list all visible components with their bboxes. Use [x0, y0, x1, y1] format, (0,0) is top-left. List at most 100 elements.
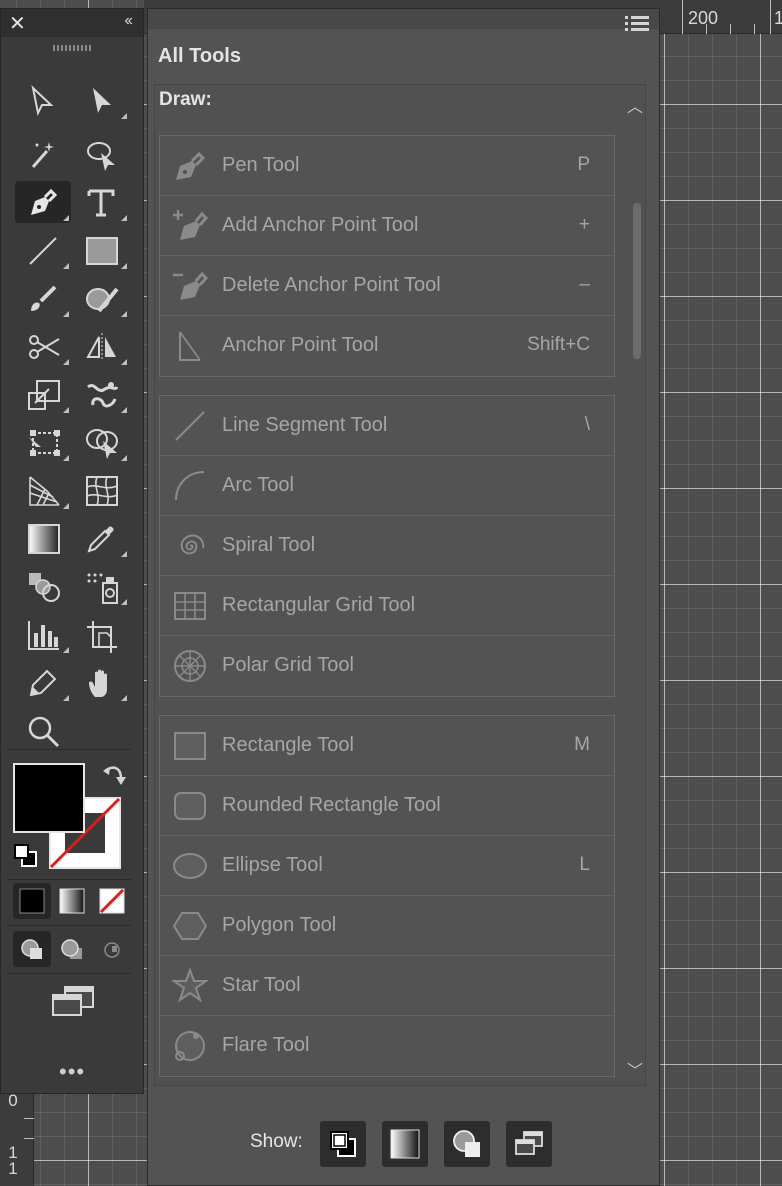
- lasso-tool-button[interactable]: [73, 133, 129, 175]
- fill-swatch[interactable]: [13, 763, 85, 833]
- shaper-tool-button[interactable]: [73, 277, 129, 319]
- free-transform-tool-button[interactable]: [15, 421, 71, 463]
- show-gradient-button[interactable]: [382, 1121, 428, 1167]
- hand-tool-button[interactable]: [73, 661, 129, 703]
- magic-wand-tool-icon: [31, 142, 54, 168]
- polar-grid-icon: [174, 650, 206, 682]
- zoom-tool-button[interactable]: [15, 709, 71, 751]
- close-icon[interactable]: ✕: [9, 11, 26, 36]
- more-tools-indicator: [121, 695, 127, 701]
- all-tools-panel: All Tools Draw: Pen Tool P Add Anchor Po…: [147, 8, 660, 1186]
- tool-row[interactable]: Star Tool: [160, 956, 614, 1016]
- pen-tool-icon: [31, 188, 58, 215]
- shortcut-key: L: [579, 854, 590, 875]
- pen-icon: [176, 151, 206, 180]
- rectangle-tool-button[interactable]: [73, 229, 129, 271]
- artboard-tool-button[interactable]: [73, 613, 129, 655]
- scrollbar[interactable]: ︿ ﹀: [625, 93, 645, 1083]
- symbol-sprayer-tool-icon: [87, 573, 118, 604]
- rectangle-tool-icon: [86, 237, 118, 265]
- panel-menu-icon[interactable]: [625, 15, 649, 33]
- warp-tool-button[interactable]: [73, 373, 129, 415]
- drag-grip-icon[interactable]: [53, 45, 91, 51]
- edit-toolbar-button[interactable]: •••: [59, 1059, 85, 1085]
- more-tools-indicator: [121, 359, 127, 365]
- tool-row[interactable]: Ellipse Tool L: [160, 836, 614, 896]
- shortcut-key: Shift+C: [527, 334, 590, 355]
- tool-row[interactable]: Flare Tool: [160, 1016, 614, 1076]
- tool-row[interactable]: Anchor Point Tool Shift+C: [160, 316, 614, 376]
- draw-behind-button[interactable]: [53, 931, 91, 967]
- scissors-tool-button[interactable]: [15, 325, 71, 367]
- toolbar-divider: [7, 879, 131, 880]
- free-transform-tool-icon: [29, 430, 60, 456]
- tool-row[interactable]: Pen Tool P: [160, 136, 614, 196]
- tool-name: Star Tool: [222, 974, 301, 996]
- color-button[interactable]: [13, 883, 51, 919]
- tool-row[interactable]: Arc Tool: [160, 456, 614, 516]
- chevron-up-icon[interactable]: ︿: [627, 93, 643, 117]
- ruler-label: 200: [688, 8, 719, 28]
- tool-row[interactable]: Spiral Tool: [160, 516, 614, 576]
- mesh-tool-button[interactable]: [73, 469, 129, 511]
- pen-tool-button[interactable]: [15, 181, 71, 223]
- change-screen-mode-button[interactable]: [45, 981, 101, 1021]
- gradient-swatch-icon: [59, 888, 85, 914]
- magic-wand-tool-button[interactable]: [15, 133, 71, 175]
- shortcut-key: +: [578, 214, 590, 235]
- ruler-label: 0: [8, 1091, 18, 1110]
- shape-builder-tool-button[interactable]: [73, 421, 129, 463]
- tool-name: Rectangle Tool: [222, 734, 354, 756]
- reflect-tool-button[interactable]: [73, 325, 129, 367]
- none-button[interactable]: [93, 883, 131, 919]
- show-screen-mode-button[interactable]: [506, 1121, 552, 1167]
- selection-tool-icon: [31, 85, 54, 117]
- draw-inside-button[interactable]: [93, 931, 131, 967]
- mesh-tool-icon: [86, 476, 118, 506]
- selection-tool-button[interactable]: [15, 79, 71, 121]
- direct-selection-tool-button[interactable]: [73, 79, 129, 121]
- gradient-tool-button[interactable]: [15, 517, 71, 559]
- pencil-tool-button[interactable]: [15, 661, 71, 703]
- eyedropper-tool-button[interactable]: [73, 517, 129, 559]
- tool-row[interactable]: Rectangle Tool M: [160, 716, 614, 776]
- tool-row[interactable]: Add Anchor Point Tool +: [160, 196, 614, 256]
- swap-fill-stroke-icon[interactable]: [101, 763, 127, 787]
- scale-tool-icon: [28, 380, 60, 410]
- gradient-button[interactable]: [53, 883, 91, 919]
- blend-tool-button[interactable]: [15, 565, 71, 607]
- tool-name: Rectangular Grid Tool: [222, 594, 416, 616]
- show-fill-stroke-button[interactable]: [320, 1121, 366, 1167]
- draw-behind-icon: [61, 939, 82, 959]
- paintbrush-tool-button[interactable]: [15, 277, 71, 319]
- column-graph-tool-button[interactable]: [15, 613, 71, 655]
- tool-row[interactable]: Rectangular Grid Tool: [160, 576, 614, 636]
- gradient-swatch-icon: [390, 1129, 420, 1159]
- spiral-icon: [180, 534, 205, 555]
- default-fill-stroke-icon[interactable]: [13, 843, 39, 869]
- chevron-down-icon[interactable]: ﹀: [627, 1057, 643, 1081]
- collapse-icon[interactable]: ‹‹: [124, 12, 133, 30]
- tool-name: Pen Tool: [222, 154, 300, 176]
- tool-row[interactable]: Line Segment Tool \: [160, 396, 614, 456]
- more-tools-indicator: [121, 407, 127, 413]
- tool-row[interactable]: Delete Anchor Point Tool –: [160, 256, 614, 316]
- shortcut-key: –: [579, 274, 590, 295]
- more-tools-indicator: [121, 263, 127, 269]
- line-segment-tool-button[interactable]: [15, 229, 71, 271]
- tool-name: Add Anchor Point Tool: [222, 214, 419, 236]
- scroll-thumb[interactable]: [633, 203, 641, 359]
- type-tool-button[interactable]: [73, 181, 129, 223]
- tool-row[interactable]: Rounded Rectangle Tool: [160, 776, 614, 836]
- tool-row[interactable]: Polar Grid Tool: [160, 636, 614, 696]
- more-tools-indicator: [121, 551, 127, 557]
- show-draw-modes-button[interactable]: [444, 1121, 490, 1167]
- flare-icon: [175, 1031, 205, 1061]
- symbol-sprayer-tool-button[interactable]: [73, 565, 129, 607]
- scale-tool-button[interactable]: [15, 373, 71, 415]
- perspective-grid-tool-button[interactable]: [15, 469, 71, 511]
- tool-row[interactable]: Polygon Tool: [160, 896, 614, 956]
- none-swatch-icon: [99, 888, 125, 914]
- draw-normal-button[interactable]: [13, 931, 51, 967]
- ruler-tick: [754, 24, 755, 34]
